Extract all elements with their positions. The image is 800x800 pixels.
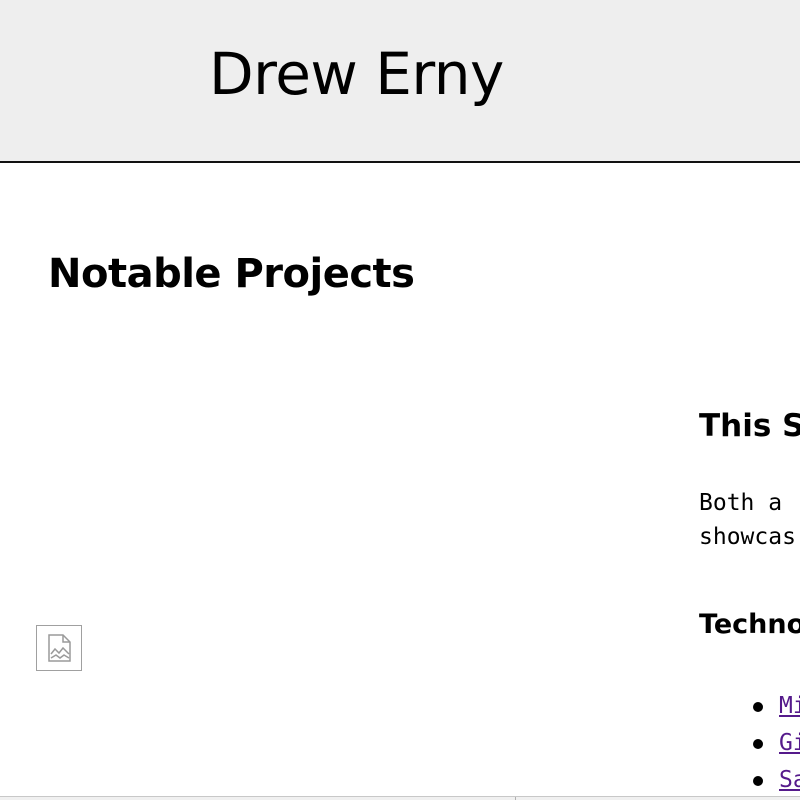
technologies-list: Mi Gi Sa <box>753 688 800 799</box>
project-title: This St <box>699 408 800 444</box>
technology-link[interactable]: Sa <box>779 767 800 793</box>
site-header: Drew Erny <box>0 0 800 163</box>
project-description: Both a showcas <box>699 486 800 554</box>
project-image <box>36 625 82 671</box>
list-item: Sa <box>753 762 800 799</box>
broken-image-icon <box>48 634 71 662</box>
project-description-line: showcas <box>699 524 796 550</box>
horizontal-scrollbar[interactable] <box>0 796 800 800</box>
list-item: Gi <box>753 725 800 762</box>
site-title: Drew Erny <box>209 40 504 108</box>
technology-link[interactable]: Mi <box>779 693 800 719</box>
technologies-heading: Techno <box>699 609 800 640</box>
list-item: Mi <box>753 688 800 725</box>
project-description-line: Both a <box>699 490 783 516</box>
section-heading: Notable Projects <box>48 251 415 297</box>
technology-link[interactable]: Gi <box>779 730 800 756</box>
